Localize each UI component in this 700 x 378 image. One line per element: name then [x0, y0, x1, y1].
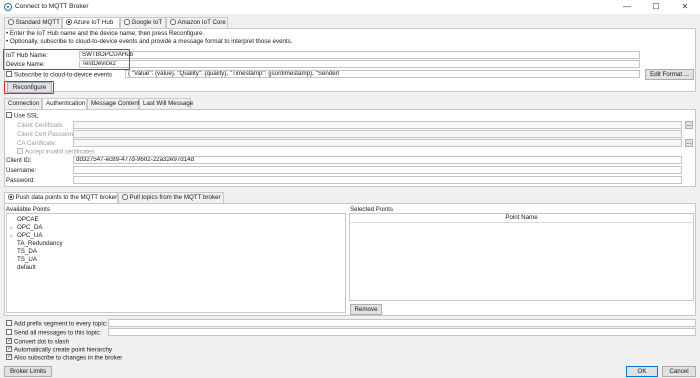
radio-icon: [124, 19, 130, 25]
ca-certificate-label: CA Certificate:: [17, 140, 57, 147]
checkbox-label: Subscribe to cloud-to-device events: [14, 71, 113, 79]
tab-label: Google IoT: [131, 19, 163, 26]
username-label: Username:: [6, 167, 37, 174]
prefix-segment-input[interactable]: [108, 319, 696, 327]
checkbox-label: Accept invalid certificates: [25, 148, 95, 156]
checkbox-label: Convert dot to slash: [14, 338, 70, 346]
checkbox-icon: [6, 329, 12, 335]
client-certificate-label: Client Certificate:: [17, 122, 65, 129]
message-format-input[interactable]: { "Value": {value}, "Quality": {quality}…: [125, 70, 640, 78]
remove-button[interactable]: Remove: [350, 304, 382, 315]
maximize-button[interactable]: ☐: [643, 0, 669, 14]
window-title: Connect to MQTT Broker: [15, 3, 89, 10]
checkbox-icon: [6, 71, 12, 77]
tree-item-default[interactable]: default: [17, 264, 36, 271]
selected-points-list[interactable]: Point Name: [349, 213, 694, 301]
app-icon: [4, 3, 12, 11]
tab-message-content[interactable]: Message Content: [87, 98, 140, 109]
checkbox-icon: [6, 320, 12, 326]
available-points-header: Available Points: [6, 206, 50, 213]
minimize-button[interactable]: —: [614, 0, 640, 14]
client-certificate-input[interactable]: [73, 121, 682, 129]
highlight-box: [4, 81, 54, 94]
edit-format-button[interactable]: Edit Format ...: [645, 69, 694, 80]
send-all-messages-checkbox[interactable]: Send all messages to this topic:: [6, 329, 101, 337]
cancel-button[interactable]: Cancel: [662, 366, 696, 377]
title-bar: Connect to MQTT Broker — ☐ ✕: [0, 0, 700, 14]
password-input[interactable]: [73, 176, 682, 184]
tree-item-ts-ua[interactable]: TS_UA: [17, 256, 37, 263]
ca-certificate-input[interactable]: [73, 139, 682, 147]
create-hierarchy-checkbox[interactable]: Automatically create point hierarchy: [6, 346, 112, 354]
tree-item-opc-da[interactable]: OPC_DA: [17, 224, 42, 231]
point-name-column-header[interactable]: Point Name: [350, 214, 693, 223]
radio-icon: [122, 194, 128, 200]
tree-item-ts-da[interactable]: TS_DA: [17, 248, 37, 255]
expand-arrow-icon[interactable]: ▷: [10, 225, 13, 231]
instruction-line-1: • Enter the IoT Hub name and the device …: [6, 30, 205, 37]
tree-item-opcae[interactable]: OPCAE: [17, 216, 39, 223]
tree-item-opc-ua[interactable]: OPC_UA: [17, 232, 42, 239]
tab-label: Standard MQTT: [15, 19, 60, 26]
add-prefix-checkbox[interactable]: Add prefix segment to every topic:: [6, 320, 108, 328]
highlight-box: [3, 49, 130, 70]
checkbox-label: Also subscribe to changes in the broker: [14, 354, 123, 362]
subscribe-c2d-checkbox[interactable]: Subscribe to cloud-to-device events: [6, 71, 112, 79]
tab-label: Azure IoT Hub: [73, 19, 114, 26]
tab-last-will-message[interactable]: Last Will Message: [139, 98, 193, 109]
device-name-input[interactable]: TestDevice2: [79, 60, 640, 68]
checkbox-checked-icon: [6, 354, 12, 360]
checkbox-label: Use SSL: [14, 112, 39, 120]
tree-item-ta-redundancy[interactable]: TA_Redundancy: [17, 240, 63, 247]
checkbox-label: Send all messages to this topic:: [14, 329, 102, 337]
tab-label: Pull topics from the MQTT broker: [129, 194, 221, 201]
instruction-line-2: • Optionally, subscribe to cloud-to-devi…: [6, 38, 293, 45]
tab-label: Push data points to the MQTT broker: [15, 194, 118, 201]
client-id-input[interactable]: dd327547-ec89-477d-9602-22a32e97d14d: [73, 156, 682, 164]
send-all-topic-input[interactable]: [108, 328, 696, 336]
radio-icon: [170, 19, 176, 25]
available-points-tree[interactable]: OPCAE ▷ OPC_DA ▷ OPC_UA TA_Redundancy TS…: [6, 213, 346, 313]
checkbox-label: Automatically create point hierarchy: [14, 346, 113, 354]
checkbox-icon: [6, 112, 12, 118]
close-button[interactable]: ✕: [672, 0, 698, 14]
client-certificate-browse-button[interactable]: ...: [685, 121, 693, 129]
iot-hub-name-input[interactable]: SWTBOPCUAHub: [79, 51, 640, 59]
username-input[interactable]: [73, 166, 682, 174]
tab-pull-topics[interactable]: Pull topics from the MQTT broker: [118, 192, 224, 203]
radio-selected-icon: [8, 194, 14, 200]
selected-points-header: Selected Points: [350, 206, 393, 213]
tab-amazon-iot-core[interactable]: Amazon IoT Core: [166, 17, 228, 28]
use-ssl-checkbox[interactable]: Use SSL: [6, 112, 38, 120]
subscribe-changes-checkbox[interactable]: Also subscribe to changes in the broker: [6, 354, 122, 362]
radio-icon: [8, 19, 14, 25]
checkbox-checked-icon: [6, 346, 12, 352]
tab-standard-mqtt[interactable]: Standard MQTT: [4, 17, 62, 28]
accept-invalid-certificates-checkbox[interactable]: Accept invalid certificates: [17, 148, 94, 156]
radio-selected-icon: [66, 19, 72, 25]
expand-arrow-icon[interactable]: ▷: [10, 233, 13, 239]
checkbox-checked-icon: [6, 338, 12, 344]
broker-limits-button[interactable]: Broker Limits: [4, 366, 52, 377]
tab-label: Amazon IoT Core: [177, 19, 226, 26]
tab-google-iot[interactable]: Google IoT: [120, 17, 166, 28]
client-cert-password-label: Client Cert Password:: [17, 131, 77, 138]
password-label: Password:: [6, 177, 35, 184]
ca-certificate-browse-button[interactable]: ...: [685, 139, 693, 147]
checkbox-label: Add prefix segment to every topic:: [14, 320, 108, 328]
tab-connection[interactable]: Connection: [4, 98, 42, 109]
client-cert-password-input[interactable]: [73, 130, 682, 138]
client-id-label: Client ID:: [6, 157, 32, 164]
ok-button[interactable]: OK: [626, 366, 658, 377]
checkbox-icon: [17, 148, 23, 154]
convert-dot-to-slash-checkbox[interactable]: Convert dot to slash: [6, 338, 69, 346]
